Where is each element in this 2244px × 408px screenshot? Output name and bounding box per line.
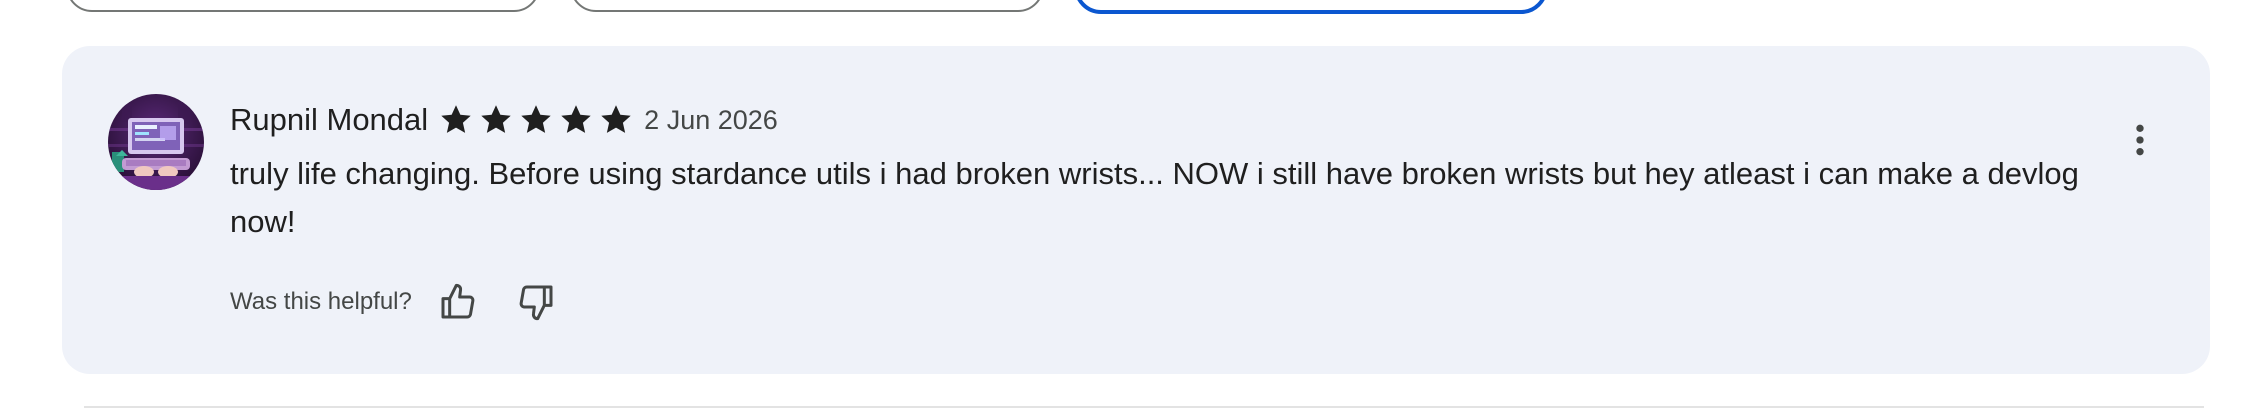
star-rating — [438, 102, 638, 138]
reviewer-name: Rupnil Mondal — [230, 102, 429, 137]
review-date: 2 Jun 2026 — [644, 104, 778, 135]
star-icon — [478, 102, 514, 138]
more-options-button[interactable] — [2110, 110, 2170, 170]
thumbs-down-icon — [516, 282, 556, 322]
thumbs-up-button[interactable] — [426, 272, 490, 332]
thumbs-up-icon — [438, 282, 478, 322]
thumbs-down-button[interactable] — [504, 272, 568, 332]
filter-chip[interactable] — [570, 0, 1044, 12]
star-icon — [598, 102, 634, 138]
star-icon — [518, 102, 554, 138]
star-icon — [558, 102, 594, 138]
review-header: Rupnil Mondal 2 Jun 2026 — [230, 98, 778, 142]
review-card: Rupnil Mondal 2 Jun 2026 truly life chan… — [62, 46, 2210, 374]
filter-chip[interactable] — [66, 0, 540, 12]
more-vert-icon — [2120, 120, 2160, 160]
reviewer-avatar — [108, 94, 204, 190]
star-icon — [438, 102, 474, 138]
review-text: truly life changing. Before using starda… — [230, 156, 2079, 239]
filter-chip-selected[interactable] — [1074, 0, 1548, 14]
helpful-prompt: Was this helpful? — [230, 288, 412, 315]
helpful-row: Was this helpful? — [230, 272, 568, 332]
